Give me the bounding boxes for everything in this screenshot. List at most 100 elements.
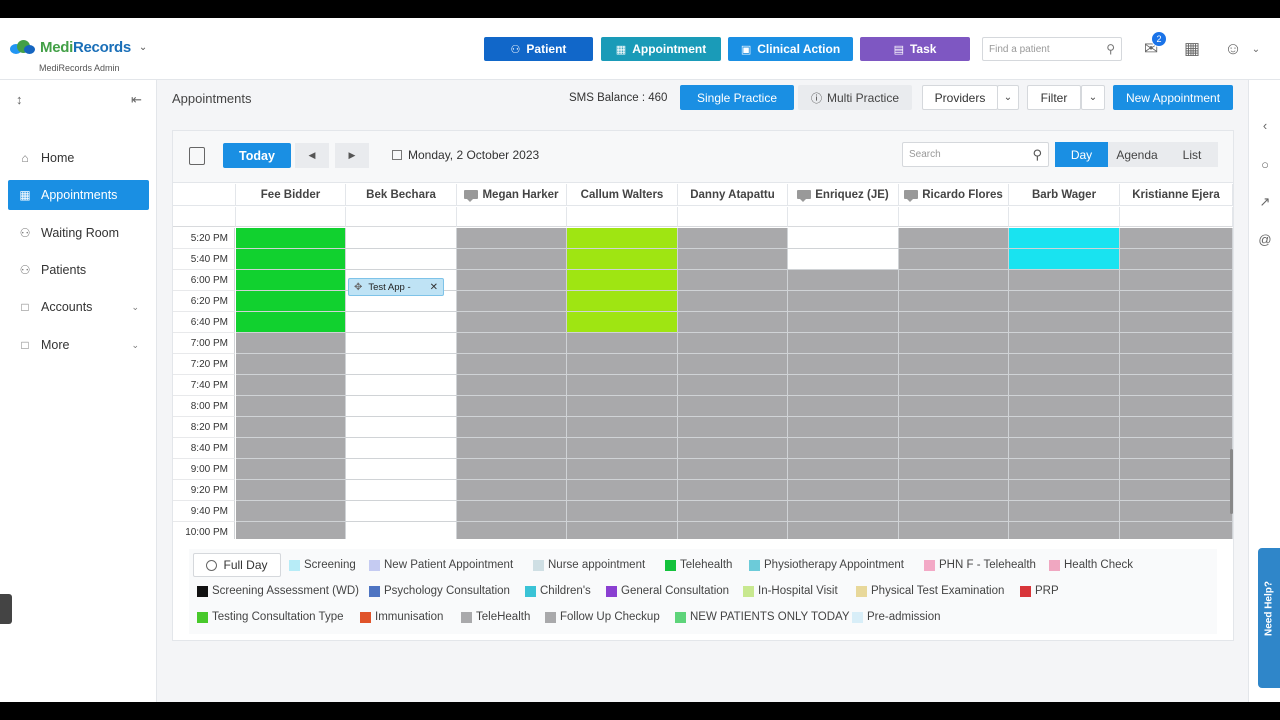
provider-column-header[interactable]: Danny Atapattu xyxy=(678,184,788,206)
time-slot[interactable] xyxy=(678,459,788,480)
time-slot[interactable] xyxy=(788,417,899,438)
sidebar-item-home[interactable]: ⌂ Home xyxy=(8,143,149,173)
all-day-slot[interactable] xyxy=(788,207,899,227)
time-slot[interactable] xyxy=(1120,501,1233,522)
time-slot[interactable] xyxy=(788,333,899,354)
time-slot[interactable] xyxy=(1120,354,1233,375)
time-slot[interactable] xyxy=(788,228,899,249)
time-slot[interactable] xyxy=(457,270,567,291)
time-slot[interactable] xyxy=(899,270,1009,291)
all-day-slot[interactable] xyxy=(899,207,1009,227)
time-slot[interactable] xyxy=(567,312,678,333)
view-agenda-button[interactable]: Agenda xyxy=(1108,142,1166,167)
time-slot[interactable] xyxy=(236,375,346,396)
time-slot[interactable] xyxy=(678,249,788,270)
time-slot[interactable] xyxy=(567,354,678,375)
time-slot[interactable] xyxy=(567,438,678,459)
time-slot[interactable] xyxy=(236,522,346,539)
time-slot[interactable] xyxy=(457,249,567,270)
clinical-action-button[interactable]: ▣ Clinical Action xyxy=(728,37,853,61)
time-slot[interactable] xyxy=(346,396,457,417)
time-slot[interactable] xyxy=(1009,438,1120,459)
provider-column-header[interactable]: Kristianne Ejera xyxy=(1120,184,1233,206)
provider-column-header[interactable]: Fee Bidder xyxy=(236,184,346,206)
time-slot[interactable] xyxy=(1120,396,1233,417)
close-icon[interactable]: ✕ xyxy=(430,282,438,293)
time-slot[interactable] xyxy=(788,375,899,396)
time-slot[interactable] xyxy=(236,249,346,270)
all-day-slot[interactable] xyxy=(678,207,788,227)
drag-handle-icon[interactable]: ✥ xyxy=(354,282,362,293)
next-day-button[interactable]: ▶ xyxy=(335,143,369,168)
time-slot[interactable] xyxy=(236,459,346,480)
logo[interactable]: MediRecords ⌄ xyxy=(8,38,147,56)
time-slot[interactable] xyxy=(457,501,567,522)
time-slot[interactable] xyxy=(346,312,457,333)
user-avatar-icon[interactable]: ☺ xyxy=(1222,38,1244,60)
patient-button[interactable]: ⚇ Patient xyxy=(484,37,593,61)
filter-dropdown[interactable]: Filter xyxy=(1027,85,1081,110)
chevron-down-icon[interactable]: ⌄ xyxy=(139,42,147,53)
time-slot[interactable] xyxy=(457,354,567,375)
all-day-slot[interactable] xyxy=(346,207,457,227)
provider-column-header[interactable]: Ricardo Flores xyxy=(899,184,1009,206)
calendar-search-input[interactable]: Search ⚲ xyxy=(902,142,1049,167)
calendar-check-icon[interactable]: ▦ xyxy=(1181,38,1203,60)
prev-day-button[interactable]: ◀ xyxy=(295,143,329,168)
time-slot[interactable] xyxy=(899,291,1009,312)
time-slot[interactable] xyxy=(567,480,678,501)
time-slot[interactable] xyxy=(346,249,457,270)
time-slot[interactable] xyxy=(567,291,678,312)
time-slot[interactable] xyxy=(678,312,788,333)
provider-column-header[interactable]: Enriquez (JE) xyxy=(788,184,899,206)
all-day-slot[interactable] xyxy=(236,207,346,227)
time-slot[interactable] xyxy=(1009,417,1120,438)
full-day-button[interactable]: Full Day xyxy=(193,553,281,577)
time-slot[interactable] xyxy=(346,522,457,539)
time-slot[interactable] xyxy=(457,375,567,396)
time-slot[interactable] xyxy=(899,501,1009,522)
time-slot[interactable] xyxy=(678,501,788,522)
time-slot[interactable] xyxy=(1120,228,1233,249)
all-day-slot[interactable] xyxy=(1009,207,1120,227)
time-slot[interactable] xyxy=(678,375,788,396)
chevron-down-icon[interactable]: ⌄ xyxy=(1245,38,1267,60)
time-slot[interactable] xyxy=(346,333,457,354)
time-slot[interactable] xyxy=(788,291,899,312)
time-slot[interactable] xyxy=(1009,312,1120,333)
time-slot[interactable] xyxy=(236,291,346,312)
time-slot[interactable] xyxy=(678,396,788,417)
time-slot[interactable] xyxy=(346,417,457,438)
time-slot[interactable] xyxy=(899,480,1009,501)
time-slot[interactable] xyxy=(678,438,788,459)
provider-column-header[interactable]: Megan Harker xyxy=(457,184,567,206)
time-slot[interactable] xyxy=(1009,480,1120,501)
time-slot[interactable] xyxy=(457,396,567,417)
time-slot[interactable] xyxy=(788,354,899,375)
time-slot[interactable] xyxy=(899,375,1009,396)
left-edge-tab[interactable] xyxy=(0,594,12,624)
multi-practice-button[interactable]: ⓘ Multi Practice xyxy=(798,85,912,110)
time-slot[interactable] xyxy=(1120,417,1233,438)
sidebar-item-patients[interactable]: ⚇ Patients xyxy=(8,255,149,285)
time-slot[interactable] xyxy=(1009,396,1120,417)
sidebar-item-more[interactable]: □ More ⌄ xyxy=(8,330,149,360)
time-slot[interactable] xyxy=(236,501,346,522)
time-slot[interactable] xyxy=(457,417,567,438)
time-slot[interactable] xyxy=(567,501,678,522)
time-slot[interactable] xyxy=(567,249,678,270)
time-slot[interactable] xyxy=(236,396,346,417)
provider-column-header[interactable]: Barb Wager xyxy=(1009,184,1120,206)
collapse-sidebar-icon[interactable]: ⇤ xyxy=(131,92,142,108)
task-button[interactable]: ▤ Task xyxy=(860,37,970,61)
time-slot[interactable] xyxy=(1120,312,1233,333)
provider-column-header[interactable]: Bek Bechara xyxy=(346,184,457,206)
time-slot[interactable] xyxy=(1009,501,1120,522)
time-slot[interactable] xyxy=(567,417,678,438)
time-slot[interactable] xyxy=(899,417,1009,438)
time-slot[interactable] xyxy=(899,228,1009,249)
today-button[interactable]: Today xyxy=(223,143,291,168)
time-slot[interactable] xyxy=(236,333,346,354)
all-day-slot[interactable] xyxy=(567,207,678,227)
time-slot[interactable] xyxy=(236,354,346,375)
